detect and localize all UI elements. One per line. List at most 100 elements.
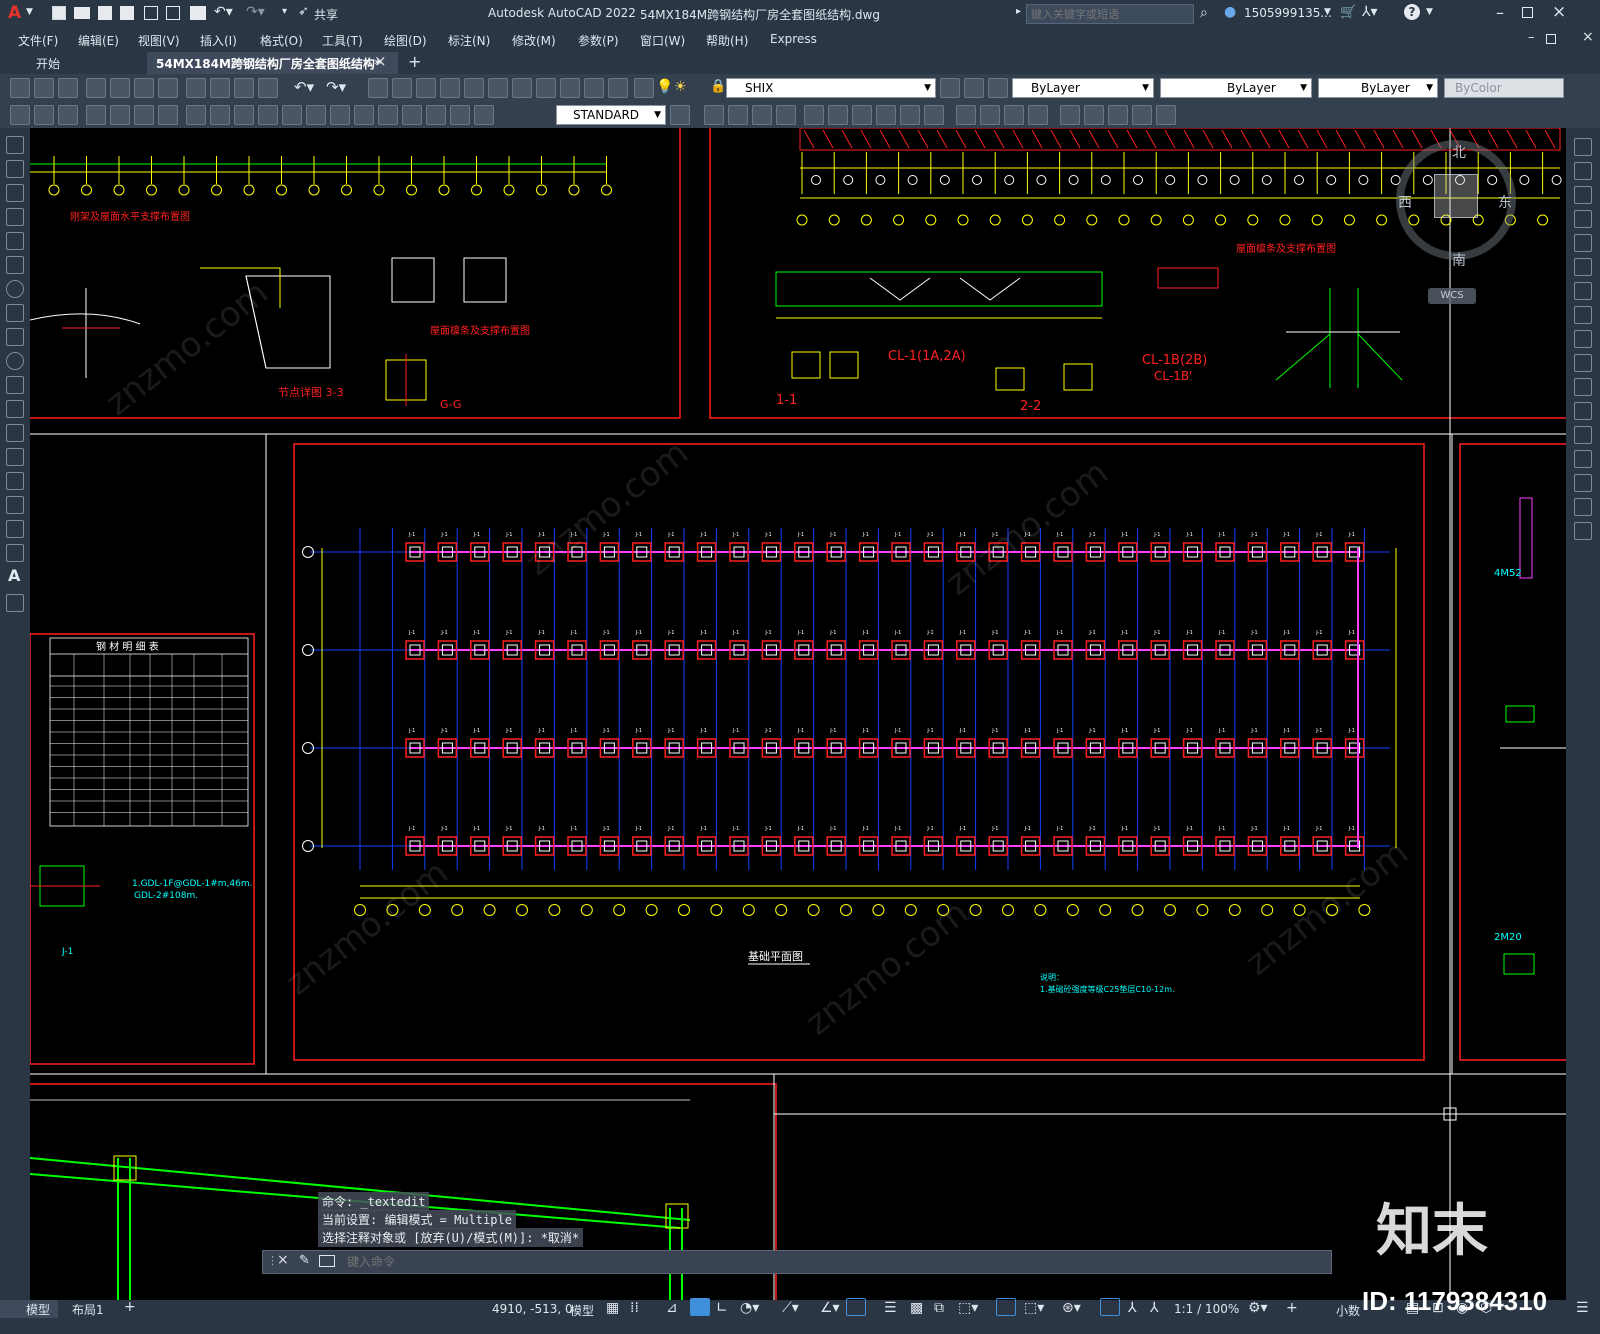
dim-break-icon[interactable]: [306, 105, 326, 125]
dim-style-manager-icon[interactable]: [670, 105, 690, 125]
close-command-icon[interactable]: ×: [277, 1252, 289, 1268]
new-file-icon[interactable]: [52, 6, 66, 20]
undo-toolbar-icon[interactable]: ↶▾: [294, 78, 314, 96]
inspection-icon[interactable]: [378, 105, 398, 125]
revolve-icon[interactable]: [1156, 105, 1176, 125]
ucs-view-icon[interactable]: [924, 105, 944, 125]
drawing-canvas[interactable]: 刚架及屋面水平支撑布置图 节点详图 3-3 屋面檩条及支撑布置图 G-G CL-…: [30, 128, 1566, 1300]
dim-space-icon[interactable]: [282, 105, 302, 125]
quickcalc-icon[interactable]: [584, 78, 604, 98]
close-tab-icon[interactable]: ×: [374, 52, 387, 70]
menu-edit[interactable]: 编辑(E): [78, 32, 119, 49]
move-icon[interactable]: [1574, 258, 1592, 276]
erase-icon[interactable]: [1574, 138, 1592, 156]
search-icon[interactable]: ⌕: [1200, 5, 1208, 21]
ucs-object-icon[interactable]: [900, 105, 920, 125]
ortho-icon[interactable]: ∟: [716, 1300, 728, 1316]
workspace-icon[interactable]: ⚙▾: [1248, 1300, 1268, 1316]
hatch-icon[interactable]: [6, 472, 24, 490]
dim-text-edit-icon[interactable]: [450, 105, 470, 125]
viewcube-south[interactable]: 南: [1452, 250, 1466, 270]
zoom-window-icon[interactable]: [416, 78, 436, 98]
mirror-icon[interactable]: [1574, 186, 1592, 204]
point-icon[interactable]: [6, 448, 24, 466]
baseline-dim-icon[interactable]: [234, 105, 254, 125]
viewcube-west[interactable]: 西: [1398, 192, 1412, 212]
quick-dim-icon[interactable]: [210, 105, 230, 125]
qnew-icon[interactable]: [10, 78, 30, 98]
linetype-dropdown[interactable]: ByLayer ▼: [1160, 78, 1312, 98]
menu-format[interactable]: 格式(O): [260, 32, 303, 49]
model-space-button[interactable]: 模型: [570, 1302, 594, 1319]
add-selected-icon[interactable]: [6, 594, 24, 612]
help-toolbar-icon[interactable]: [608, 78, 628, 98]
3d-osnap-icon[interactable]: ⬚▾: [958, 1300, 978, 1316]
dynamic-input-icon[interactable]: [690, 1298, 710, 1316]
maximize-button[interactable]: [1522, 7, 1533, 18]
layer-state-icon[interactable]: [988, 78, 1008, 98]
layer-bulb-icon[interactable]: 💡: [656, 79, 673, 95]
doc-minimize-button[interactable]: –: [1528, 30, 1535, 45]
cart-icon[interactable]: 🛒: [1340, 5, 1356, 20]
user-dropdown-icon[interactable]: ▼: [1324, 7, 1331, 17]
jogged-linear-icon[interactable]: [402, 105, 422, 125]
offset-icon[interactable]: [1574, 210, 1592, 228]
tool-palettes-icon[interactable]: [512, 78, 532, 98]
object-snap-icon[interactable]: [846, 1298, 866, 1316]
menu-help[interactable]: 帮助(H): [706, 32, 748, 49]
match-properties-icon[interactable]: [258, 78, 278, 98]
box-icon[interactable]: [1060, 105, 1080, 125]
viewcube-top-face[interactable]: [1434, 174, 1478, 218]
plot-icon[interactable]: [86, 78, 106, 98]
rectangle-icon[interactable]: [6, 232, 24, 250]
redo-toolbar-icon[interactable]: ↷▾: [326, 78, 346, 96]
tab-document[interactable]: 54MX184M跨钢结构厂房全套图纸结构* ×: [148, 52, 398, 74]
construction-line-icon[interactable]: [6, 160, 24, 178]
line-tool-icon[interactable]: [6, 136, 24, 154]
fillet-icon[interactable]: [1574, 474, 1592, 492]
paste-icon[interactable]: [234, 78, 254, 98]
tab-start[interactable]: 开始: [0, 52, 148, 74]
menu-window[interactable]: 窗口(W): [640, 32, 685, 49]
close-window-button[interactable]: ×: [1552, 2, 1566, 22]
join-icon[interactable]: [1574, 426, 1592, 444]
isodraft-icon[interactable]: ⟋▾: [782, 1300, 799, 1316]
circle-icon[interactable]: [6, 280, 24, 298]
selection-cycling-icon[interactable]: ⧉: [934, 1300, 944, 1316]
dynamic-ucs-icon[interactable]: [996, 1298, 1016, 1316]
scale-icon[interactable]: [1574, 306, 1592, 324]
publish-icon[interactable]: [166, 6, 180, 20]
polygon-icon[interactable]: [6, 208, 24, 226]
autodesk-a360-icon[interactable]: ⅄▾: [1362, 4, 1378, 20]
tolerance-icon[interactable]: [330, 105, 350, 125]
recent-commands-icon[interactable]: [319, 1255, 335, 1267]
radius-dim-icon[interactable]: [110, 105, 130, 125]
ucs-world-icon[interactable]: [828, 105, 848, 125]
dim-style-dropdown[interactable]: STANDARD ▼: [556, 105, 666, 125]
make-block-icon[interactable]: [6, 424, 24, 442]
dim-update-icon[interactable]: [474, 105, 494, 125]
tab-model[interactable]: 模型: [0, 1300, 58, 1318]
undo-icon[interactable]: ↶▾: [214, 4, 233, 20]
ucs-previous-icon[interactable]: [852, 105, 872, 125]
ellipse-arc-icon[interactable]: [6, 376, 24, 394]
chamfer-icon[interactable]: [1574, 450, 1592, 468]
extrude-icon[interactable]: [1132, 105, 1152, 125]
add-layout-button[interactable]: +: [124, 1299, 136, 1315]
ucs-face-icon[interactable]: [876, 105, 896, 125]
menu-file[interactable]: 文件(F): [18, 32, 58, 49]
aligned-dim-icon[interactable]: [34, 105, 54, 125]
view-front-icon[interactable]: [728, 105, 748, 125]
menu-modify[interactable]: 修改(M): [512, 32, 556, 49]
share-icon[interactable]: ➶: [298, 4, 309, 19]
visual-style-wire-icon[interactable]: [956, 105, 976, 125]
minimize-button[interactable]: –: [1496, 3, 1504, 22]
array-icon[interactable]: [1574, 234, 1592, 252]
table-icon[interactable]: [6, 544, 24, 562]
annotation-visibility-icon[interactable]: [1100, 1298, 1120, 1316]
visual-style-conceptual-icon[interactable]: [1028, 105, 1048, 125]
ucs-icon[interactable]: [804, 105, 824, 125]
web-mobile-icon[interactable]: [144, 6, 158, 20]
layer-previous-icon[interactable]: [964, 78, 984, 98]
trim-icon[interactable]: [1574, 354, 1592, 372]
